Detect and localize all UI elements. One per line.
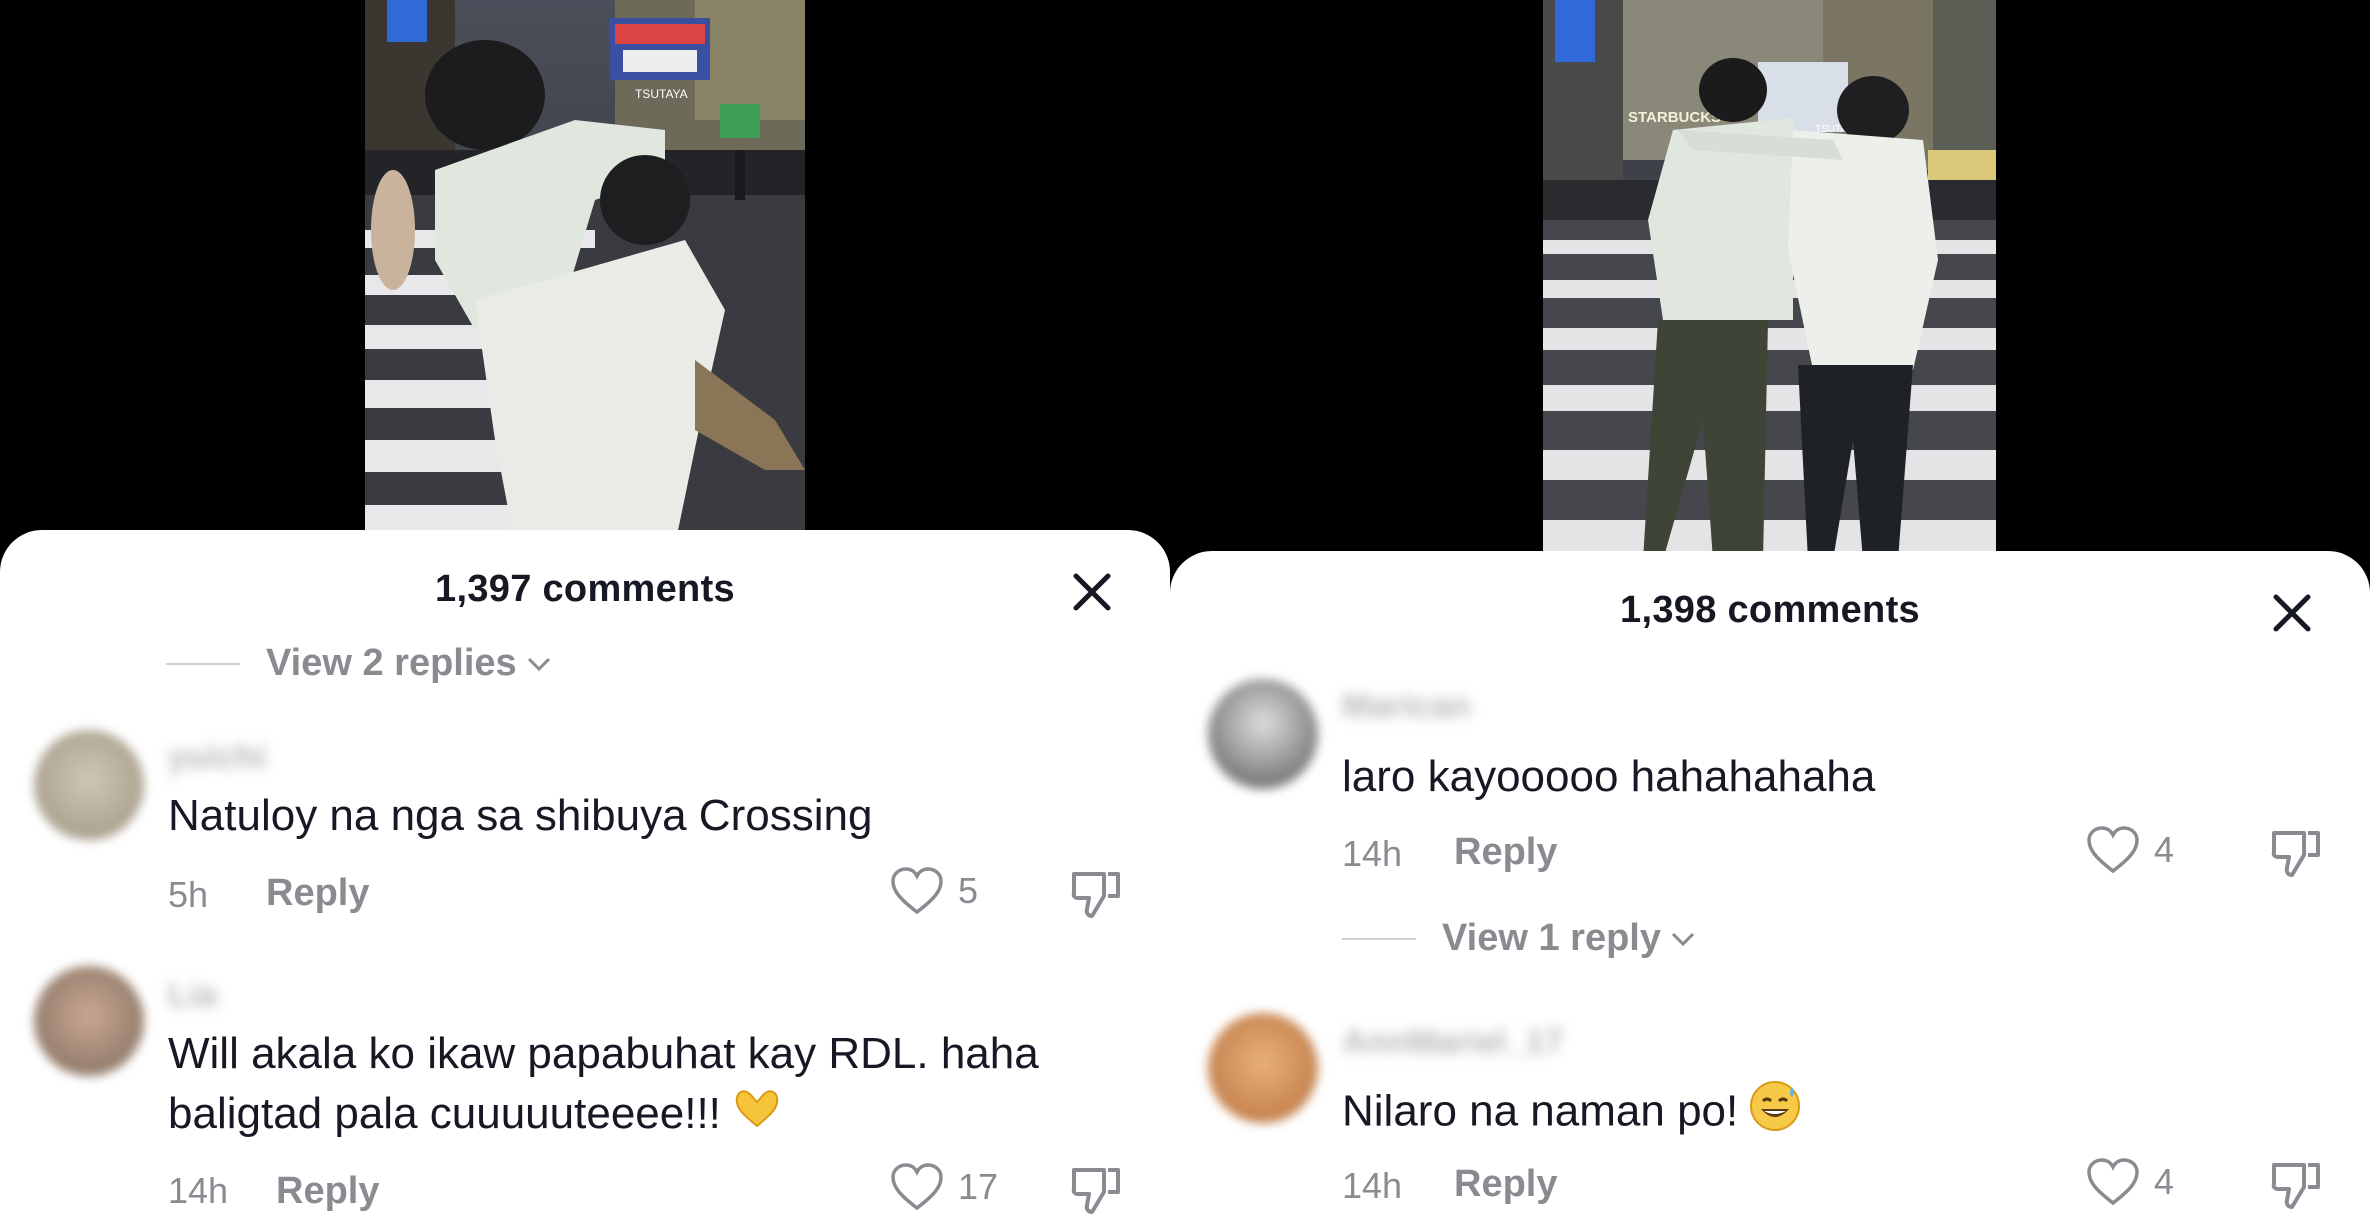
like-count: 5 xyxy=(958,870,979,911)
comment-username[interactable]: Lia xyxy=(168,976,217,1015)
dislike-button[interactable] xyxy=(1068,1162,1124,1218)
video-frame-right[interactable]: STARBUCKS TSUTAYA xyxy=(1543,0,1996,560)
like-count: 17 xyxy=(958,1166,999,1207)
thumbs-down-icon xyxy=(1071,872,1120,918)
comment-timestamp: 14h xyxy=(1342,1165,1403,1206)
chevron-down-icon xyxy=(527,657,550,671)
close-button[interactable] xyxy=(1068,568,1116,616)
heart-hands-emoji-icon xyxy=(731,1086,783,1146)
reply-button[interactable]: Reply xyxy=(266,872,369,915)
like-button[interactable]: 5 xyxy=(890,866,978,916)
comment-text-line-1: Will akala ko ikaw papabuhat kay RDL. ha… xyxy=(168,1029,1039,1078)
like-count: 4 xyxy=(2154,1161,2175,1202)
reply-button[interactable]: Reply xyxy=(276,1170,379,1213)
sweat-smile-emoji-icon xyxy=(1748,1079,1802,1149)
comment-text-content: Nilaro na naman po! xyxy=(1342,1086,1739,1136)
view-replies-button[interactable]: View 2 replies xyxy=(166,642,553,685)
thumbs-down-icon xyxy=(2271,831,2320,877)
dislike-button[interactable] xyxy=(1068,866,1124,922)
like-count: 4 xyxy=(2154,829,2175,870)
video-frame-left[interactable]: TSUTAYA xyxy=(365,0,805,545)
comment-timestamp: 14h xyxy=(1342,833,1403,874)
like-button[interactable]: 17 xyxy=(890,1162,998,1212)
thumbs-down-icon xyxy=(2271,1163,2320,1209)
comment-timestamp: 5h xyxy=(168,874,209,915)
like-button[interactable]: 4 xyxy=(2086,1157,2174,1207)
comment-timestamp: 14h xyxy=(168,1170,229,1211)
comment-text: laro kayooooo hahahahaha xyxy=(1342,752,1876,801)
comment-text-line-2-text: baligtad pala cuuuuuteeee!!! xyxy=(168,1089,721,1138)
view-replies-label: View 2 replies xyxy=(266,642,517,684)
heart-icon xyxy=(2087,826,2139,874)
sign-starbucks: STARBUCKS xyxy=(1628,109,1721,126)
reply-button[interactable]: Reply xyxy=(1454,1163,1557,1206)
comment-text: Nilaro na naman po! xyxy=(1342,1079,1802,1149)
heart-icon xyxy=(891,867,943,915)
view-replies-label: View 1 reply xyxy=(1442,917,1661,959)
comments-panel-right: 1,398 comments Marican laro kayooooo hah… xyxy=(1170,551,2370,1222)
shibuya-crossing-scene-right: STARBUCKS TSUTAYA xyxy=(1543,0,1996,560)
comment-username[interactable]: yuichi xyxy=(168,738,266,777)
avatar[interactable] xyxy=(1208,1013,1318,1123)
dislike-button[interactable] xyxy=(2268,825,2324,881)
thumbs-down-icon xyxy=(1071,1168,1120,1214)
heart-icon xyxy=(2087,1158,2139,1206)
dislike-button[interactable] xyxy=(2268,1157,2324,1213)
close-icon xyxy=(2273,594,2311,632)
close-icon xyxy=(1073,573,1111,611)
avatar[interactable] xyxy=(34,730,144,840)
close-button[interactable] xyxy=(2268,589,2316,637)
view-replies-button[interactable]: View 1 reply xyxy=(1342,917,1697,960)
chevron-down-icon xyxy=(1671,932,1695,946)
heart-icon xyxy=(891,1163,943,1211)
sign-tsutaya: TSUTAYA xyxy=(635,87,688,101)
avatar[interactable] xyxy=(34,966,144,1076)
divider-line xyxy=(1342,937,1416,940)
comment-text: Natuloy na nga sa shibuya Crossing xyxy=(168,791,873,840)
avatar[interactable] xyxy=(1208,679,1318,789)
comment-username[interactable]: AnnMariel_17 xyxy=(1342,1023,1563,1062)
reply-button[interactable]: Reply xyxy=(1454,831,1557,874)
divider-line xyxy=(166,662,240,665)
comment-username[interactable]: Marican xyxy=(1342,687,1471,726)
shibuya-crossing-scene-left: TSUTAYA xyxy=(365,0,805,545)
comments-count-title: 1,398 comments xyxy=(1620,589,1920,631)
like-button[interactable]: 4 xyxy=(2086,825,2174,875)
comments-count-title: 1,397 comments xyxy=(435,568,735,610)
comments-panel-left: 1,397 comments View 2 replies yuichi Nat… xyxy=(0,530,1170,1222)
comment-text-line-2: baligtad pala cuuuuuteeee!!! xyxy=(168,1084,783,1146)
